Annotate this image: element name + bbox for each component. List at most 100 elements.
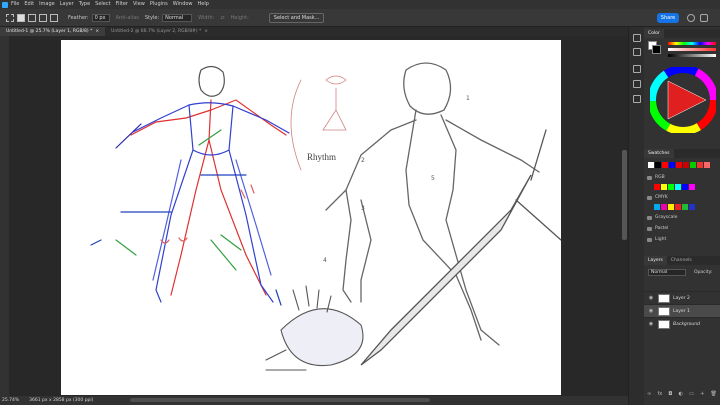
swatch[interactable] xyxy=(654,204,660,210)
swatch[interactable] xyxy=(675,204,681,210)
menu-image[interactable]: Image xyxy=(39,0,55,9)
subtract-selection-icon[interactable] xyxy=(39,13,47,22)
layer-row[interactable]: ◉ Background xyxy=(644,317,720,330)
swatch[interactable] xyxy=(655,162,661,168)
document-canvas[interactable]: Rhythm 1 2 3 4 5 xyxy=(61,40,562,395)
visibility-eye-icon[interactable]: ◉ xyxy=(647,321,655,327)
photoshop-logo-icon[interactable] xyxy=(2,1,8,8)
swatch[interactable] xyxy=(648,162,654,168)
menu-select[interactable]: Select xyxy=(95,0,110,9)
menu-window[interactable]: Window xyxy=(173,0,193,9)
folder-icon xyxy=(647,226,652,231)
swatch-group-grayscale[interactable]: Grayscale xyxy=(647,215,677,220)
tab-channels[interactable]: Channels xyxy=(667,256,696,265)
swap-icon[interactable]: ⇄ xyxy=(220,15,224,21)
visibility-eye-icon[interactable]: ◉ xyxy=(647,308,655,314)
properties-icon[interactable] xyxy=(633,48,641,56)
adjustment-layer-icon[interactable]: ◐ xyxy=(679,391,683,397)
tab-layers[interactable]: Layers xyxy=(644,256,667,265)
folder-icon xyxy=(647,195,652,200)
menu-edit[interactable]: Edit xyxy=(24,0,34,9)
swatch[interactable] xyxy=(676,162,682,168)
new-selection-icon[interactable] xyxy=(17,13,25,22)
brush-icon[interactable] xyxy=(633,65,641,73)
menu-view[interactable]: View xyxy=(133,0,145,9)
menu-plugins[interactable]: Plugins xyxy=(150,0,168,9)
intersect-selection-icon[interactable] xyxy=(50,13,58,22)
group-label: Pastel xyxy=(655,226,669,231)
menu-filter[interactable]: Filter xyxy=(116,0,128,9)
swatch[interactable] xyxy=(690,162,696,168)
swatch[interactable] xyxy=(668,204,674,210)
menu-help[interactable]: Help xyxy=(198,0,209,9)
swatch-group-pastel[interactable]: Pastel xyxy=(647,226,668,231)
swatch[interactable] xyxy=(661,184,667,190)
share-button[interactable]: Share xyxy=(657,13,679,23)
swatch[interactable] xyxy=(697,162,703,168)
horizontal-scrollbar[interactable] xyxy=(130,398,430,402)
select-and-mask-button[interactable]: Select and Mask... xyxy=(268,12,325,23)
hue-slider[interactable] xyxy=(668,42,716,45)
tab-untitled-1[interactable]: Untitled-1 @ 25.7% (Layer 1, RGB/8) * × xyxy=(0,27,106,36)
tab-untitled-2[interactable]: Untitled-2 @ 66.7% (Layer 2, RGB/8#) * × xyxy=(105,27,214,36)
swatch-group-light[interactable]: Light xyxy=(647,237,666,242)
swatch-group-rgb[interactable]: RGB xyxy=(647,175,665,180)
swatch[interactable] xyxy=(682,204,688,210)
add-selection-icon[interactable] xyxy=(28,13,36,22)
tab-swatches[interactable]: Swatches xyxy=(644,149,674,158)
folder-icon xyxy=(647,215,652,220)
workspace-icon[interactable] xyxy=(700,14,708,22)
left-figure-sketch xyxy=(90,65,290,306)
delete-layer-icon[interactable]: 🗑 xyxy=(711,391,717,397)
vertical-scrollbar[interactable] xyxy=(622,150,627,240)
swatch[interactable] xyxy=(675,184,681,190)
opacity-label[interactable]: Opacity: xyxy=(694,270,713,275)
feather-input[interactable]: 0 px xyxy=(91,13,110,22)
menu-type[interactable]: Type xyxy=(79,0,90,9)
layer-row[interactable]: ◉ Layer 1 xyxy=(644,304,720,317)
swatch[interactable] xyxy=(662,162,668,168)
swatch[interactable] xyxy=(683,162,689,168)
background-color-swatch[interactable] xyxy=(652,45,661,54)
swatch[interactable] xyxy=(661,204,667,210)
swatch[interactable] xyxy=(689,204,695,210)
style-select[interactable]: Normal xyxy=(162,13,193,22)
close-icon[interactable]: × xyxy=(204,29,208,34)
search-icon[interactable] xyxy=(687,14,695,22)
adjustments-icon[interactable] xyxy=(633,80,641,88)
mask-icon[interactable]: ◘ xyxy=(668,391,672,397)
canvas-number-3: 3 xyxy=(361,205,365,212)
swatch[interactable] xyxy=(682,184,688,190)
swatch[interactable] xyxy=(668,184,674,190)
group-icon[interactable]: ▭ xyxy=(689,391,694,397)
menu-file[interactable]: File xyxy=(11,0,19,9)
tab-label: Untitled-2 @ 66.7% (Layer 2, RGB/8#) * xyxy=(111,29,202,34)
swatch-group-cmyk[interactable]: CMYK xyxy=(647,195,668,200)
swatch[interactable] xyxy=(704,162,710,168)
close-icon[interactable]: × xyxy=(95,29,99,34)
fx-icon[interactable]: fx xyxy=(657,391,662,397)
tab-color[interactable]: Color xyxy=(644,29,664,38)
swatch[interactable] xyxy=(669,162,675,168)
visibility-eye-icon[interactable]: ◉ xyxy=(647,295,655,301)
color-wheel[interactable] xyxy=(650,67,716,133)
libraries-icon[interactable] xyxy=(633,95,641,103)
zoom-level[interactable]: 25.74% xyxy=(2,398,19,403)
swatch[interactable] xyxy=(654,184,660,190)
brightness-slider[interactable] xyxy=(668,54,716,57)
link-layers-icon[interactable]: ∞ xyxy=(647,391,651,397)
marquee-tool-icon[interactable] xyxy=(6,13,14,22)
saturation-slider[interactable] xyxy=(668,48,716,51)
antialias-checkbox[interactable]: Anti-alias xyxy=(116,15,139,21)
tab-label: Untitled-1 @ 25.7% (Layer 1, RGB/8) * xyxy=(6,29,93,34)
layer-row[interactable]: ◉ Layer 2 xyxy=(644,291,720,304)
folder-icon xyxy=(647,237,652,242)
new-layer-icon[interactable]: + xyxy=(700,391,704,397)
blend-mode-select[interactable]: Normal xyxy=(648,269,686,276)
height-label: Height: xyxy=(230,14,249,21)
panel-icon-strip xyxy=(628,27,644,405)
document-info[interactable]: 3661 px x 2858 px (300 ppi) xyxy=(29,398,93,403)
swatch[interactable] xyxy=(689,184,695,190)
history-icon[interactable] xyxy=(633,34,641,42)
menu-layer[interactable]: Layer xyxy=(60,0,74,9)
